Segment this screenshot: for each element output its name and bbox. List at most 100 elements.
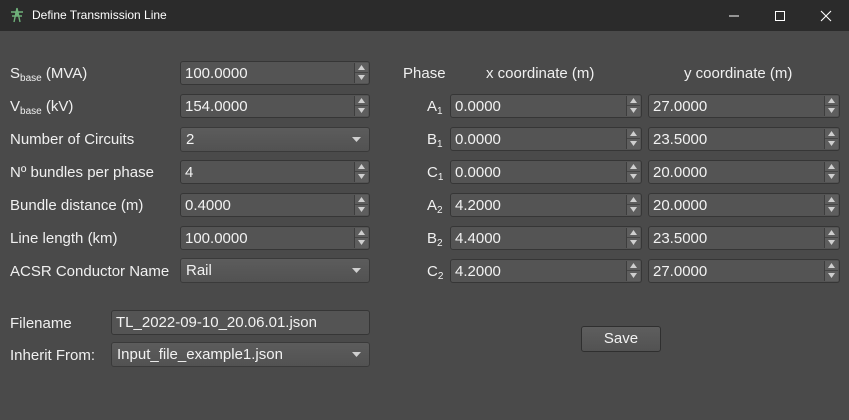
- vbase-value: 154.0000: [185, 98, 248, 115]
- vbase-label: Vbase (kV): [10, 98, 74, 117]
- bundle-distance-label: Bundle distance (m): [10, 197, 144, 214]
- spin-down-icon[interactable]: [627, 106, 640, 116]
- spin-down-icon[interactable]: [825, 271, 838, 281]
- y-value: 23.5000: [653, 230, 708, 247]
- phase-label: A1: [427, 98, 443, 117]
- conductor-value: Rail: [186, 262, 212, 279]
- x-value: 4.2000: [455, 263, 501, 280]
- x-coordinate-spinbox[interactable]: 4.2000: [450, 193, 642, 217]
- close-button[interactable]: [803, 0, 849, 31]
- minimize-icon: [729, 15, 739, 16]
- spin-up-icon[interactable]: [355, 63, 368, 73]
- x-coordinate-header: x coordinate (m): [486, 65, 595, 82]
- spin-down-icon[interactable]: [355, 106, 368, 116]
- line-length-spinbox[interactable]: 100.0000: [180, 226, 370, 250]
- circuits-label: Number of Circuits: [10, 131, 135, 148]
- x-value: 0.0000: [455, 98, 501, 115]
- spin-up-icon[interactable]: [627, 228, 640, 238]
- title-bar[interactable]: Define Transmission Line: [0, 0, 849, 31]
- bundle-distance-spinbox[interactable]: 0.4000: [180, 193, 370, 217]
- spin-up-icon[interactable]: [355, 195, 368, 205]
- x-value: 4.2000: [455, 197, 501, 214]
- spin-down-icon[interactable]: [825, 172, 838, 182]
- spin-up-icon[interactable]: [825, 228, 838, 238]
- sbase-label: Sbase (MVA): [10, 65, 88, 84]
- x-coordinate-spinbox[interactable]: 0.0000: [450, 94, 642, 118]
- spin-down-icon[interactable]: [627, 271, 640, 281]
- filename-value: TL_2022-09-10_20.06.01.json: [116, 314, 317, 331]
- spin-down-icon[interactable]: [627, 172, 640, 182]
- spin-down-icon[interactable]: [355, 73, 368, 83]
- minimize-button[interactable]: [711, 0, 757, 31]
- line-length-label: Line length (km): [10, 230, 118, 247]
- x-value: 4.4000: [455, 230, 501, 247]
- spin-down-icon[interactable]: [355, 238, 368, 248]
- x-coordinate-spinbox[interactable]: 4.2000: [450, 259, 642, 283]
- y-value: 27.0000: [653, 263, 708, 280]
- spin-down-icon[interactable]: [627, 205, 640, 215]
- spin-down-icon[interactable]: [627, 238, 640, 248]
- bundles-value: 4: [185, 164, 194, 181]
- phase-label: C2: [427, 263, 444, 282]
- spin-down-icon[interactable]: [355, 205, 368, 215]
- spin-up-icon[interactable]: [627, 96, 640, 106]
- x-coordinate-spinbox[interactable]: 4.4000: [450, 226, 642, 250]
- bundles-label: Nº bundles per phase: [10, 164, 154, 181]
- sbase-value: 100.0000: [185, 65, 248, 82]
- circuits-value: 2: [186, 131, 195, 148]
- spin-up-icon[interactable]: [355, 96, 368, 106]
- circuits-combobox[interactable]: 2: [180, 127, 370, 152]
- spin-up-icon[interactable]: [355, 162, 368, 172]
- spin-down-icon[interactable]: [825, 106, 838, 116]
- y-coordinate-spinbox[interactable]: 27.0000: [648, 94, 840, 118]
- spin-down-icon[interactable]: [825, 238, 838, 248]
- bundle-distance-value: 0.4000: [185, 197, 231, 214]
- x-coordinate-spinbox[interactable]: 0.0000: [450, 160, 642, 184]
- phase-header: Phase: [403, 65, 446, 82]
- spin-up-icon[interactable]: [825, 96, 838, 106]
- phase-label: A2: [427, 197, 443, 216]
- maximize-button[interactable]: [757, 0, 803, 31]
- y-coordinate-spinbox[interactable]: 23.5000: [648, 127, 840, 151]
- window-title: Define Transmission Line: [32, 8, 167, 22]
- chevron-down-icon: [352, 268, 361, 273]
- spin-up-icon[interactable]: [627, 162, 640, 172]
- vbase-spinbox[interactable]: 154.0000: [180, 94, 370, 118]
- conductor-combobox[interactable]: Rail: [180, 258, 370, 283]
- y-value: 20.0000: [653, 197, 708, 214]
- filename-label: Filename: [10, 315, 72, 332]
- transmission-tower-icon: [11, 7, 23, 23]
- spin-up-icon[interactable]: [825, 162, 838, 172]
- spin-up-icon[interactable]: [825, 129, 838, 139]
- y-coordinate-spinbox[interactable]: 27.0000: [648, 259, 840, 283]
- sbase-spinbox[interactable]: 100.0000: [180, 61, 370, 85]
- chevron-down-icon: [352, 352, 361, 357]
- phase-label: B1: [427, 131, 443, 150]
- spin-down-icon[interactable]: [355, 172, 368, 182]
- filename-input[interactable]: TL_2022-09-10_20.06.01.json: [111, 310, 370, 335]
- spin-up-icon[interactable]: [825, 261, 838, 271]
- spin-up-icon[interactable]: [825, 195, 838, 205]
- maximize-icon: [775, 10, 785, 21]
- y-coordinate-header: y coordinate (m): [684, 65, 793, 82]
- y-coordinate-spinbox[interactable]: 20.0000: [648, 193, 840, 217]
- spin-up-icon[interactable]: [627, 129, 640, 139]
- y-coordinate-spinbox[interactable]: 23.5000: [648, 226, 840, 250]
- x-coordinate-spinbox[interactable]: 0.0000: [450, 127, 642, 151]
- phase-label: B2: [427, 230, 443, 249]
- spin-up-icon[interactable]: [627, 261, 640, 271]
- y-coordinate-spinbox[interactable]: 20.0000: [648, 160, 840, 184]
- line-length-value: 100.0000: [185, 230, 248, 247]
- spin-down-icon[interactable]: [825, 205, 838, 215]
- spin-down-icon[interactable]: [627, 139, 640, 149]
- spin-up-icon[interactable]: [627, 195, 640, 205]
- close-icon: [820, 10, 832, 21]
- x-value: 0.0000: [455, 131, 501, 148]
- save-button[interactable]: Save: [581, 326, 661, 352]
- spin-up-icon[interactable]: [355, 228, 368, 238]
- y-value: 27.0000: [653, 98, 708, 115]
- spin-down-icon[interactable]: [825, 139, 838, 149]
- bundles-spinbox[interactable]: 4: [180, 160, 370, 184]
- inherit-from-combobox[interactable]: Input_file_example1.json: [111, 342, 370, 367]
- conductor-label: ACSR Conductor Name: [10, 263, 170, 280]
